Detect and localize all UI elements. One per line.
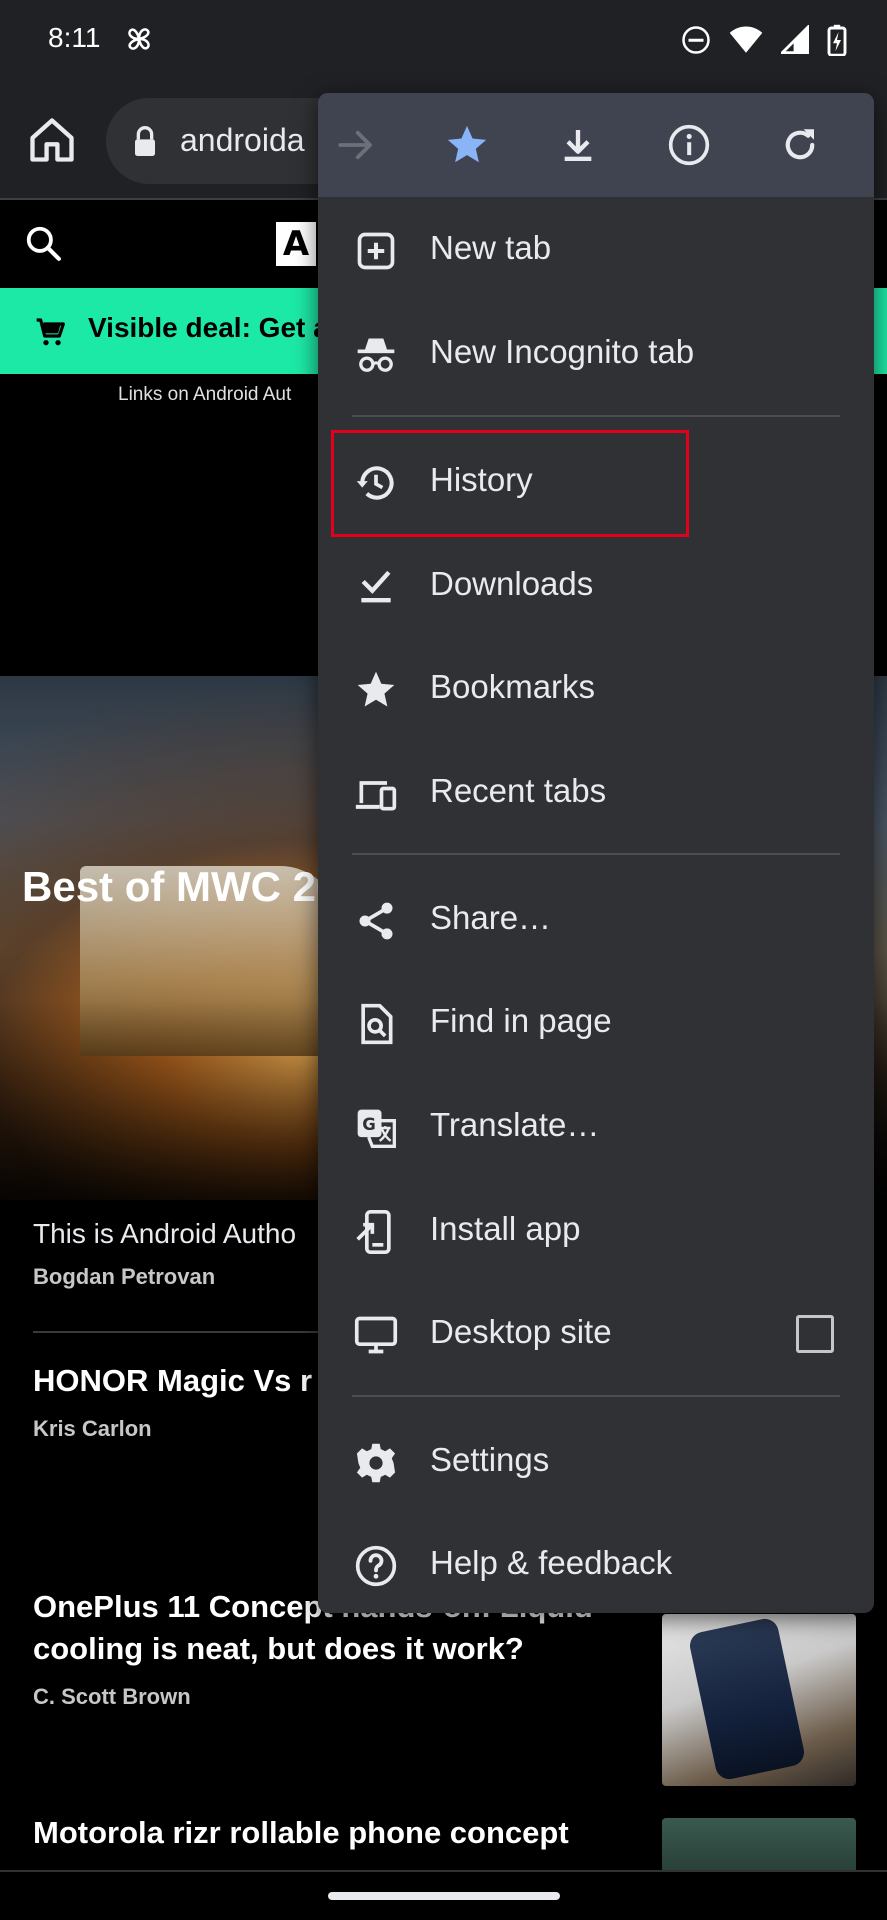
share-icon bbox=[359, 902, 393, 940]
new-tab-icon bbox=[357, 232, 395, 270]
menu-item-help-feedback[interactable]: Help & feedback bbox=[318, 1512, 874, 1613]
desktop-icon bbox=[354, 1316, 398, 1354]
menu-item-share[interactable]: Share… bbox=[318, 867, 874, 971]
menu-label: New Incognito tab bbox=[430, 333, 695, 370]
deal-text: Visible deal: Get a bbox=[88, 312, 329, 343]
refresh-button[interactable] bbox=[772, 117, 828, 173]
article-title: Motorola rizr rollable phone concept bbox=[33, 1815, 569, 1850]
battery-charging-icon bbox=[827, 24, 847, 56]
menu-item-history[interactable]: History bbox=[318, 429, 874, 533]
settings-gear-icon bbox=[356, 1443, 396, 1483]
search-icon[interactable] bbox=[24, 224, 62, 262]
home-icon[interactable] bbox=[26, 114, 78, 166]
menu-label: Find in page bbox=[430, 1002, 612, 1039]
menu-label: New tab bbox=[430, 229, 552, 266]
bookmark-button[interactable] bbox=[439, 117, 495, 173]
menu-item-downloads[interactable]: Downloads bbox=[318, 533, 874, 637]
status-bar: 8:11 bbox=[0, 0, 887, 84]
bookmarks-star-icon bbox=[357, 671, 395, 707]
do-not-disturb-icon bbox=[682, 26, 710, 54]
system-nav-bar bbox=[0, 1870, 887, 1920]
lock-icon bbox=[135, 126, 155, 156]
info-icon bbox=[668, 124, 710, 166]
menu-label: Downloads bbox=[430, 565, 594, 602]
help-icon bbox=[355, 1545, 397, 1587]
forward-icon bbox=[338, 130, 372, 160]
status-icons bbox=[681, 24, 847, 56]
menu-label: Recent tabs bbox=[430, 772, 607, 809]
affiliate-note: Links on Android Aut bbox=[118, 384, 292, 405]
article-author: C. Scott Brown bbox=[33, 1684, 191, 1709]
menu-item-settings[interactable]: Settings bbox=[318, 1409, 874, 1513]
incognito-icon bbox=[357, 338, 395, 372]
menu-separator bbox=[352, 1395, 840, 1397]
cellular-signal-icon bbox=[781, 25, 809, 54]
url-text: androida bbox=[180, 122, 305, 158]
menu-item-translate[interactable]: G Translate… bbox=[318, 1074, 874, 1178]
article-thumbnail[interactable] bbox=[662, 1614, 856, 1786]
cart-icon bbox=[36, 318, 65, 346]
article-thumbnail[interactable] bbox=[662, 1818, 856, 1870]
download-button[interactable] bbox=[550, 117, 606, 173]
bookmark-star-icon bbox=[447, 125, 487, 163]
page-info-button[interactable] bbox=[661, 117, 717, 173]
menu-label: Install app bbox=[430, 1210, 581, 1247]
menu-item-new-incognito-tab[interactable]: New Incognito tab bbox=[318, 301, 874, 405]
menu-label: Translate… bbox=[430, 1106, 600, 1143]
download-icon bbox=[564, 130, 592, 161]
menu-label: Share… bbox=[430, 899, 552, 936]
thumbnail-phone bbox=[687, 1616, 807, 1782]
menu-item-bookmarks[interactable]: Bookmarks bbox=[318, 636, 874, 740]
menu-item-new-tab[interactable]: New tab bbox=[318, 197, 874, 301]
menu-action-row bbox=[318, 93, 874, 197]
menu-item-install-app[interactable]: Install app bbox=[318, 1178, 874, 1282]
downloads-icon bbox=[361, 570, 391, 603]
desktop-site-checkbox[interactable] bbox=[796, 1315, 834, 1353]
recent-tabs-icon bbox=[355, 781, 397, 811]
install-app-icon bbox=[356, 1210, 391, 1254]
menu-separator bbox=[352, 853, 840, 855]
menu-label: Help & feedback bbox=[430, 1544, 673, 1581]
menu-item-find-in-page[interactable]: Find in page bbox=[318, 970, 874, 1074]
svg-text:G: G bbox=[362, 1115, 376, 1134]
menu-item-recent-tabs[interactable]: Recent tabs bbox=[318, 740, 874, 844]
menu-label: Desktop site bbox=[430, 1313, 612, 1350]
home-gesture-handle[interactable] bbox=[328, 1892, 560, 1900]
history-icon bbox=[356, 466, 394, 500]
forward-button[interactable] bbox=[328, 117, 384, 173]
find-in-page-icon bbox=[361, 1003, 393, 1045]
article-item[interactable]: Motorola rizr rollable phone concept bbox=[33, 1812, 653, 1854]
site-logo[interactable]: A bbox=[276, 222, 316, 266]
menu-label: Settings bbox=[430, 1441, 550, 1478]
menu-label: Bookmarks bbox=[430, 668, 596, 705]
status-time: 8:11 bbox=[48, 22, 101, 53]
menu-separator bbox=[352, 415, 840, 417]
overflow-menu: New tab New Incognito tab History Downlo… bbox=[318, 93, 874, 1613]
pinwheel-icon bbox=[128, 28, 150, 50]
translate-icon: G bbox=[357, 1109, 396, 1148]
menu-label: History bbox=[430, 461, 533, 498]
wifi-icon bbox=[729, 26, 763, 53]
menu-item-desktop-site[interactable]: Desktop site bbox=[318, 1281, 874, 1385]
refresh-icon bbox=[785, 129, 815, 160]
